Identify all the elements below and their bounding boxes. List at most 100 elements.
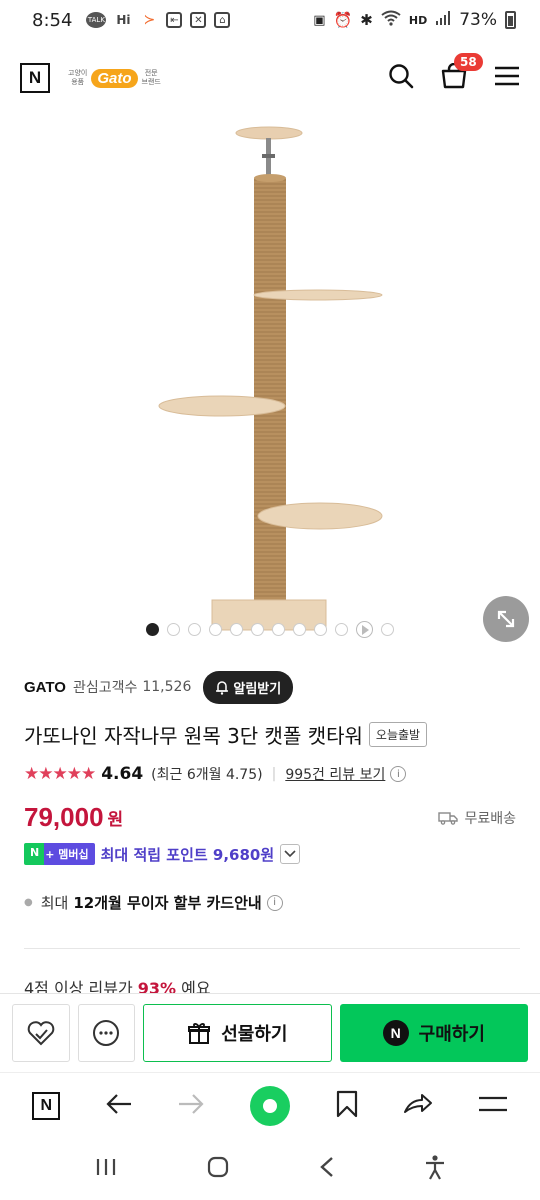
status-time: 8:54 (32, 9, 73, 31)
reviews-link[interactable]: 995건 리뷰 보기 (285, 764, 385, 784)
store-info: GATO 관심고객수 11,526 알림받기 (24, 670, 516, 704)
store-name[interactable]: GATO (24, 679, 66, 696)
forward-arrow-icon[interactable] (177, 1092, 205, 1120)
alarm-label: 알림받기 (233, 681, 282, 697)
kakaotalk-icon: TALK (86, 12, 107, 28)
chat-icon (93, 1019, 120, 1046)
menu-icon[interactable] (494, 65, 520, 91)
pagination-dot[interactable] (251, 623, 264, 636)
shipping-info: 무료배송 (438, 808, 516, 828)
image-pagination (146, 621, 394, 638)
rating-stars: ★★★★★ (24, 764, 96, 784)
product-title-row: 가또나인 자작나무 원목 3단 캣폴 캣타워 오늘출발 (24, 720, 516, 749)
fav-label: 관심고객수 (72, 680, 138, 696)
shipping-label: 무료배송 (464, 810, 516, 827)
gift-button[interactable]: 선물하기 (143, 1003, 332, 1062)
share-notification-icon: ⇤ (166, 12, 183, 28)
product-image[interactable] (0, 118, 540, 658)
notification-icons: TALK Hi ≻ ⇤ ✕ ⌂ (86, 11, 231, 29)
info-icon[interactable]: i (390, 766, 407, 782)
battery-percent: 73% (459, 10, 497, 30)
pagination-dot[interactable] (209, 623, 222, 636)
hd-voice-icon: HD (408, 13, 428, 27)
heart-check-icon (27, 1020, 55, 1045)
talk-button[interactable] (77, 1003, 136, 1062)
pagination-dot[interactable] (293, 623, 306, 636)
pagination-dot[interactable] (272, 623, 285, 636)
wifi-icon (381, 10, 401, 31)
bluetooth-icon: ✱ (360, 11, 373, 29)
naver-plus-membership-badge: N + 멤버십 (24, 843, 95, 865)
gato-logo: Gato (91, 68, 138, 88)
gift-label: 선물하기 (221, 1023, 288, 1045)
card-installment-row[interactable]: ● 최대 12개월 무이자 할부 카드안내 i (24, 892, 516, 913)
accessibility-icon[interactable] (424, 1154, 446, 1184)
product-title: 가또나인 자작나무 원목 3단 캣폴 캣타워 (24, 724, 363, 748)
expand-image-button[interactable] (483, 596, 529, 642)
naver-home-button[interactable]: N (32, 1091, 61, 1120)
android-navigation-bar (0, 1138, 540, 1200)
cat-tower-illustration (158, 126, 383, 631)
card-text: 12개월 무이자 할부 카드안내 (73, 894, 262, 912)
naver-n-logo[interactable]: N (20, 63, 50, 93)
today-shipping-badge: 오늘출발 (368, 722, 428, 747)
nplus-n: N (30, 846, 40, 859)
bell-plus-icon (216, 680, 229, 695)
chevron-down-icon[interactable] (280, 844, 301, 864)
truck-icon (438, 811, 459, 825)
green-dot-button[interactable] (249, 1085, 290, 1126)
pagination-dot[interactable] (188, 623, 201, 636)
bookmark-icon[interactable] (335, 1090, 359, 1122)
rating-row: ★★★★★ 4.64 (최근 6개월 4.75) | 995건 리뷰 보기 i (24, 764, 516, 784)
back-arrow-icon[interactable] (105, 1092, 133, 1120)
currency: 원 (107, 810, 124, 830)
info-icon[interactable]: i (266, 894, 283, 911)
pagination-dot[interactable] (146, 623, 159, 636)
brand-tagline-left: 고양이 용품 (68, 68, 88, 86)
brand-logo[interactable]: 고양이 용품 Gato 전문 브랜드 (68, 68, 161, 88)
alarm-button[interactable]: 알림받기 (203, 670, 294, 704)
divider (24, 948, 520, 949)
status-bar: 8:54 TALK Hi ≻ ⇤ ✕ ⌂ ▣ ⏰ ✱ HD 73% (0, 0, 540, 40)
home-icon[interactable] (206, 1155, 230, 1183)
cart-count-badge: 58 (454, 53, 483, 71)
buy-button[interactable]: N 구매하기 (339, 1003, 529, 1062)
card-prefix: 최대 (40, 894, 69, 912)
pagination-dot[interactable] (167, 623, 180, 636)
signal-icon (435, 10, 451, 31)
fish-icon: ≻ (143, 12, 156, 28)
pagination-dot[interactable] (381, 623, 394, 636)
rating-value: 4.64 (101, 764, 144, 784)
fav-count: 11,526 (142, 679, 192, 695)
like-button[interactable] (12, 1003, 70, 1062)
cart-button[interactable]: 58 (440, 53, 483, 93)
hi-icon: Hi (116, 13, 131, 27)
pagination-dot[interactable] (335, 623, 348, 636)
price: 79,000 (24, 802, 104, 832)
recent-apps-icon[interactable] (95, 1157, 117, 1181)
back-icon[interactable] (319, 1156, 335, 1182)
pagination-dot[interactable] (230, 623, 243, 636)
price-row: 79,000 원 무료배송 (24, 802, 516, 833)
nplus-label: + 멤버십 (45, 848, 89, 861)
search-icon[interactable] (388, 63, 414, 93)
naver-pay-icon: N (382, 1019, 409, 1046)
video-pagination-dot[interactable] (356, 621, 373, 638)
hamburger-menu-icon[interactable] (478, 1094, 508, 1118)
buy-bar: 선물하기 N 구매하기 (0, 993, 540, 1071)
gift-icon (188, 1022, 211, 1044)
brand-tagline-right: 전문 브랜드 (141, 68, 161, 86)
store-header: N 고양이 용품 Gato 전문 브랜드 58 (0, 48, 540, 108)
home-notification-icon: ⌂ (214, 12, 231, 28)
point-row[interactable]: N + 멤버십 최대 적립 포인트 9,680원 (24, 843, 516, 865)
recent-rating: (최근 6개월 4.75) (151, 767, 263, 783)
share-icon[interactable] (403, 1092, 433, 1120)
system-icons: ▣ ⏰ ✱ HD 73% (313, 10, 516, 31)
close-notification-icon: ✕ (190, 12, 207, 28)
pagination-dot[interactable] (314, 623, 327, 636)
battery-icon (505, 11, 516, 29)
separator: | (271, 766, 277, 782)
browser-toolbar: N (0, 1072, 540, 1138)
expand-icon (497, 610, 515, 628)
buy-label: 구매하기 (418, 1023, 485, 1045)
